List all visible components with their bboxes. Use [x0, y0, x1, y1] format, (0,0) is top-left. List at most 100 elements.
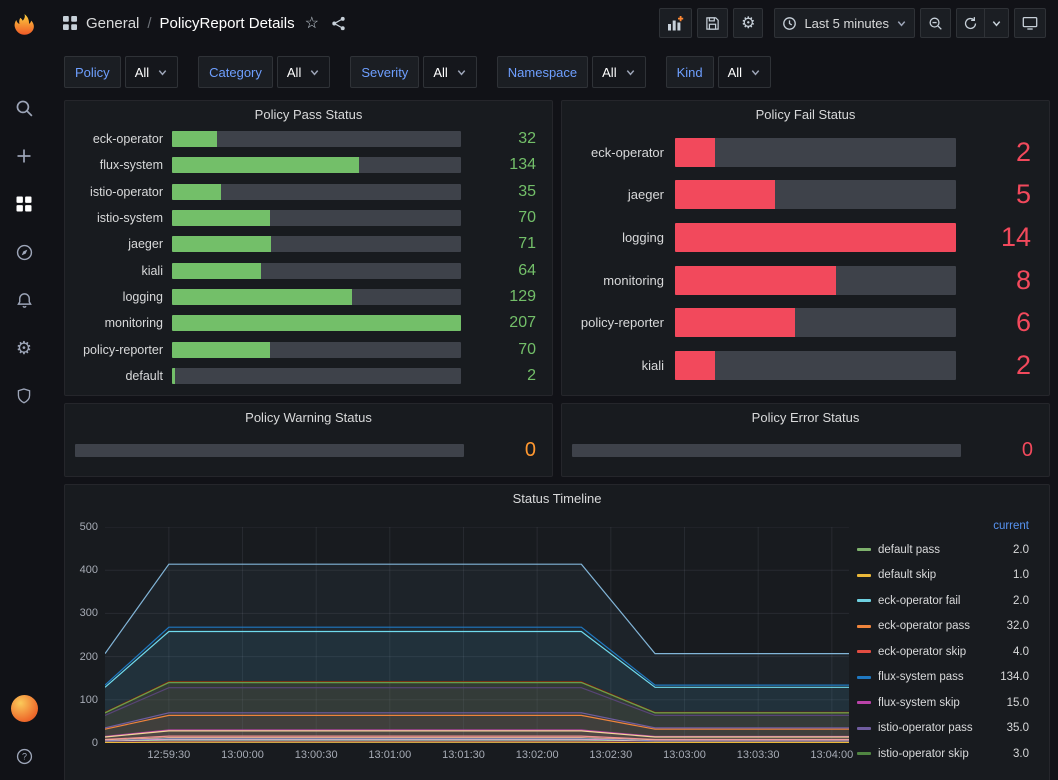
legend-item[interactable]: eck-operator pass32.0 [857, 614, 1029, 640]
refresh-interval-chevron-icon[interactable] [984, 9, 1008, 37]
create-plus-icon[interactable] [0, 132, 48, 180]
search-icon[interactable] [0, 84, 48, 132]
bar-gauge-row: eck-operator32 [75, 130, 536, 148]
bar-gauge-row: istio-operator35 [75, 183, 536, 201]
breadcrumb-folder[interactable]: General [86, 15, 139, 32]
star-dashboard-icon[interactable]: ☆ [303, 11, 321, 35]
legend-item[interactable]: eck-operator fail2.0 [857, 588, 1029, 614]
panel-policy-error: Policy Error Status 0 [561, 403, 1050, 477]
panel-title-warning[interactable]: Policy Warning Status [65, 404, 552, 430]
filter-value-dropdown[interactable]: All [277, 56, 330, 88]
sidebar-nav: ⚙ [0, 84, 48, 420]
filter-label[interactable]: Kind [666, 56, 714, 88]
filter-value-dropdown[interactable]: All [125, 56, 178, 88]
panel-title-error[interactable]: Policy Error Status [562, 404, 1049, 430]
filter-label[interactable]: Severity [350, 56, 419, 88]
bar-track [675, 266, 956, 295]
dashboard-grid: Policy Pass Status eck-operator32 flux-sy… [48, 100, 1058, 780]
legend-current-value: 4.0 [987, 646, 1029, 658]
share-icon[interactable] [329, 14, 348, 33]
panel-title-pass[interactable]: Policy Pass Status [65, 101, 552, 127]
x-axis-label: 13:02:30 [589, 749, 632, 761]
explore-compass-icon[interactable] [0, 228, 48, 276]
bar-fill [172, 368, 175, 384]
bar-track [675, 138, 956, 167]
legend-item[interactable]: default skip1.0 [857, 563, 1029, 589]
bar-fill [675, 180, 775, 209]
warning-bar-track [75, 444, 464, 457]
apps-grid-icon [62, 15, 78, 31]
svg-text:?: ? [21, 751, 26, 761]
panel-title-fail[interactable]: Policy Fail Status [562, 101, 1049, 127]
server-admin-shield-icon[interactable] [0, 372, 48, 420]
timeline-legend-rows: default pass2.0default skip1.0eck-operat… [857, 537, 1029, 767]
help-icon[interactable]: ? [0, 732, 48, 780]
y-axis-label: 0 [92, 737, 98, 749]
bar-gauge-row: jaeger5 [572, 179, 1031, 210]
bar-label: policy-reporter [75, 343, 163, 357]
bar-label: logging [75, 290, 163, 304]
filter-value-dropdown[interactable]: All [423, 56, 476, 88]
filter-namespace: Namespace All [497, 56, 646, 88]
legend-item[interactable]: istio-operator skip3.0 [857, 741, 1029, 767]
x-axis-label: 13:03:30 [737, 749, 780, 761]
timeline-plot-column: 0100200300400500 12:59:3013:00:0013:00:3… [71, 527, 849, 780]
bar-value: 14 [967, 222, 1031, 253]
bar-fill [172, 184, 221, 200]
warning-gauge-row: 0 [65, 430, 552, 476]
legend-color-swatch [857, 625, 871, 628]
bar-value: 35 [470, 183, 536, 201]
bar-value: 2 [967, 350, 1031, 381]
filter-selected-value: All [602, 65, 616, 80]
legend-item[interactable]: istio-operator pass35.0 [857, 716, 1029, 742]
filter-label[interactable]: Category [198, 56, 273, 88]
bar-fill [172, 315, 461, 331]
x-axis-label: 13:01:00 [368, 749, 411, 761]
bar-label: default [75, 369, 163, 383]
legend-item[interactable]: flux-system skip15.0 [857, 690, 1029, 716]
breadcrumb-page: PolicyReport Details [160, 15, 295, 32]
legend-series-name: eck-operator pass [878, 620, 980, 632]
bar-gauge-row: kiali2 [572, 350, 1031, 381]
zoom-out-time-button[interactable] [920, 8, 951, 38]
legend-color-swatch [857, 727, 871, 730]
bar-label: jaeger [75, 237, 163, 251]
y-axis-label: 300 [80, 607, 98, 619]
x-axis-label: 13:00:00 [221, 749, 264, 761]
legend-item[interactable]: flux-system pass134.0 [857, 665, 1029, 691]
clock-icon [782, 16, 797, 31]
filter-value-dropdown[interactable]: All [718, 56, 771, 88]
time-range-picker[interactable]: Last 5 minutes [774, 8, 915, 38]
legend-item[interactable]: eck-operator skip4.0 [857, 639, 1029, 665]
filter-value-dropdown[interactable]: All [592, 56, 645, 88]
bar-track [172, 131, 461, 147]
chevron-down-icon [625, 67, 636, 78]
bar-value: 134 [470, 156, 536, 174]
bar-value: 70 [470, 209, 536, 227]
kiosk-tv-icon[interactable] [1014, 8, 1046, 38]
legend-current-header[interactable]: current [857, 515, 1029, 537]
user-avatar[interactable] [0, 684, 48, 732]
nav-actions: ⚙ Last 5 minutes [659, 8, 1046, 38]
bar-fill [172, 157, 359, 173]
filter-label[interactable]: Namespace [497, 56, 588, 88]
dashboards-icon[interactable] [0, 180, 48, 228]
configuration-gear-icon[interactable]: ⚙ [0, 324, 48, 372]
save-dashboard-button[interactable] [697, 8, 728, 38]
bar-value: 207 [470, 314, 536, 332]
legend-item[interactable]: default pass2.0 [857, 537, 1029, 563]
dashboard-settings-gear-icon[interactable]: ⚙ [733, 8, 763, 38]
grafana-logo[interactable] [0, 2, 48, 50]
bar-track [675, 180, 956, 209]
filter-selected-value: All [728, 65, 742, 80]
bar-fill [172, 289, 352, 305]
bar-track [172, 342, 461, 358]
error-bar-track [572, 444, 961, 457]
filter-label[interactable]: Policy [64, 56, 121, 88]
panel-title-timeline[interactable]: Status Timeline [65, 485, 1049, 511]
timeline-x-axis: 12:59:3013:00:0013:00:3013:01:0013:01:30… [105, 743, 849, 765]
refresh-icon[interactable] [957, 9, 984, 37]
add-panel-button[interactable] [659, 8, 692, 38]
alerting-bell-icon[interactable] [0, 276, 48, 324]
timeline-plot[interactable] [105, 527, 849, 743]
